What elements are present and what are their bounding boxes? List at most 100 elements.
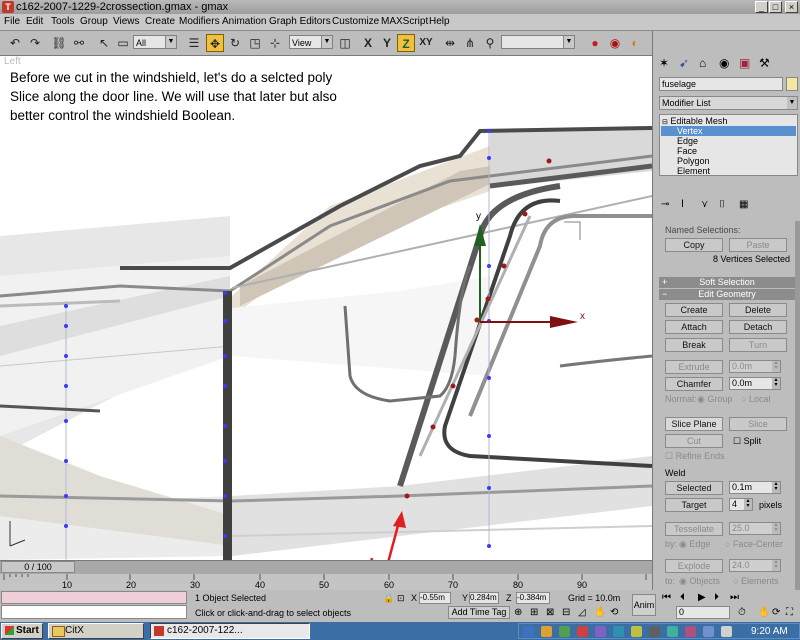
tray-volume-icon[interactable] [721,626,732,637]
nav-zoom-all-icon[interactable]: ⊞ [530,607,538,618]
create-button[interactable]: Create [665,303,723,317]
menu-help[interactable]: Help [429,16,450,27]
region-select-icon[interactable]: ▭ [114,34,132,52]
pivot-center-icon[interactable]: ◫ [336,34,354,52]
rotate-icon[interactable]: ↻ [226,34,244,52]
start-button[interactable]: Start [1,623,43,639]
z-coordinate-field[interactable]: -0.384m [516,592,550,604]
tray-network-icon[interactable] [523,626,534,637]
split-checkbox[interactable]: ☐ Split [733,436,761,447]
delete-button[interactable]: Delete [729,303,787,317]
named-selection-sets-dropdown[interactable]: ▼ [501,35,575,49]
tessellate-tension-spinner[interactable]: 25.0 ▴ ▾ [729,522,781,535]
tray-app-icon[interactable] [595,626,606,637]
hierarchy-tab-icon[interactable]: ⌂ [699,56,706,70]
motion-tab-icon[interactable]: ◉ [719,56,729,70]
tray-app-icon[interactable] [703,626,714,637]
mirror-icon[interactable]: ⇹ [441,34,459,52]
vertex[interactable] [487,544,491,548]
axis-z-button[interactable]: Z [397,34,415,52]
vertex[interactable] [487,129,491,133]
transform-gizmo-icon[interactable]: ⊹ [266,34,284,52]
modify-tab-icon[interactable]: ➹ [679,56,689,70]
vertex[interactable] [64,384,68,388]
utilities-tab-icon[interactable]: ⚒ [759,56,770,70]
menu-tools[interactable]: Tools [51,16,74,27]
spinner-arrows-icon[interactable]: ▴ ▾ [744,498,752,510]
absolute-mode-icon[interactable]: ⊡ [397,593,405,604]
selected-vertex[interactable] [501,263,507,269]
show-end-result-icon[interactable]: Ⅰ [681,199,684,210]
object-color-swatch[interactable] [786,77,798,91]
menu-group[interactable]: Group [80,16,108,27]
nav-zoom-icon[interactable]: ⊕ [514,607,522,618]
gizmo-plane-handle[interactable] [564,221,581,240]
unlink-icon[interactable]: ⚯ [70,34,88,52]
vertex[interactable] [64,419,68,423]
selected-vertex[interactable] [430,424,436,430]
select-link-icon[interactable]: ⛓ [50,34,68,52]
vertex[interactable] [223,424,227,428]
play-icon[interactable]: ▶ [698,592,706,603]
vertex[interactable] [223,459,227,463]
normal-local-radio[interactable]: ○ Local [741,394,770,404]
minimize-button[interactable]: _ [755,1,768,13]
tray-app-icon[interactable] [559,626,570,637]
viewport-label[interactable]: Left [4,56,21,67]
vertex[interactable] [64,324,68,328]
y-coordinate-field[interactable]: 0.284m [469,592,499,604]
spinner-arrows-icon[interactable]: ▴ ▾ [772,559,780,571]
menu-create[interactable]: Create [145,16,175,27]
animate-button[interactable]: Anim [632,594,656,616]
vertex[interactable] [487,486,491,490]
nav-orbit-icon[interactable]: ⟳ [772,607,780,618]
track-bar[interactable]: 10 20 30 40 50 60 70 80 90 [0,574,652,591]
tray-app-icon[interactable] [613,626,624,637]
refine-ends-checkbox[interactable]: ☐ Refine Ends [665,451,725,462]
stack-item-vertex[interactable]: Vertex [661,126,796,136]
weld-threshold-spinner[interactable]: 0.1m ▴ ▾ [729,481,781,494]
collapse-icon[interactable]: ⊟ [662,119,668,126]
maxscript-listener-mini[interactable] [1,591,187,604]
nav-zoom-extents-all-icon[interactable]: ⊟ [562,607,570,618]
chamfer-button[interactable]: Chamfer [665,377,723,391]
create-tab-icon[interactable]: ✶ [659,56,669,70]
axis-y-button[interactable]: Y [378,34,396,52]
panel-scrollbar[interactable] [795,221,800,591]
render-icon[interactable]: ◉ [606,34,624,52]
object-name-field[interactable]: fuselage [659,77,783,91]
goto-end-icon[interactable]: ⏭ [730,592,739,603]
stack-item-face[interactable]: Face [677,146,697,156]
nav-zoom-extents-icon[interactable]: ⊠ [546,607,554,618]
configure-sets-icon[interactable]: ▦ [739,199,748,210]
quick-render-icon[interactable]: ◐ [626,34,644,52]
tessellate-button[interactable]: Tessellate [665,522,723,536]
menu-edit[interactable]: Edit [26,16,43,27]
time-slider-thumb[interactable]: 0 / 100 [1,561,75,573]
taskbar-item-citx[interactable]: CitX [48,623,144,639]
left-viewport[interactable]: Left Before we cut in the windshield, le… [0,56,652,560]
weld-selected-button[interactable]: Selected [665,481,723,495]
menu-modifiers[interactable]: Modifiers [179,16,220,27]
explode-elements-radio[interactable]: ○ Elements [733,576,778,586]
tray-app-icon[interactable] [685,626,696,637]
tray-app-icon[interactable] [667,626,678,637]
spinner-arrows-icon[interactable]: ▴ ▾ [772,481,780,493]
modifier-list-dropdown[interactable]: Modifier List ▼ [659,96,798,110]
menu-animation[interactable]: Animation [222,16,266,27]
maximize-button[interactable]: □ [769,1,782,13]
selection-filter-dropdown[interactable]: All ▼ [133,35,177,49]
undo-icon[interactable]: ↶ [6,34,24,52]
selected-vertex[interactable] [474,317,480,323]
select-object-icon[interactable]: ↖ [95,34,113,52]
spinner-arrows-icon[interactable]: ▴ ▾ [772,522,780,534]
vertex[interactable] [487,156,491,160]
add-time-tag-button[interactable]: Add Time Tag [448,606,510,619]
selected-vertex[interactable] [485,296,491,302]
explode-objects-radio[interactable]: ◉ Objects [679,576,720,587]
vertex[interactable] [223,534,227,538]
weld-target-button[interactable]: Target [665,498,723,512]
vertex[interactable] [223,291,227,295]
tray-app-icon[interactable] [649,626,660,637]
chamfer-amount-spinner[interactable]: 0.0m ▴ ▾ [729,377,781,390]
